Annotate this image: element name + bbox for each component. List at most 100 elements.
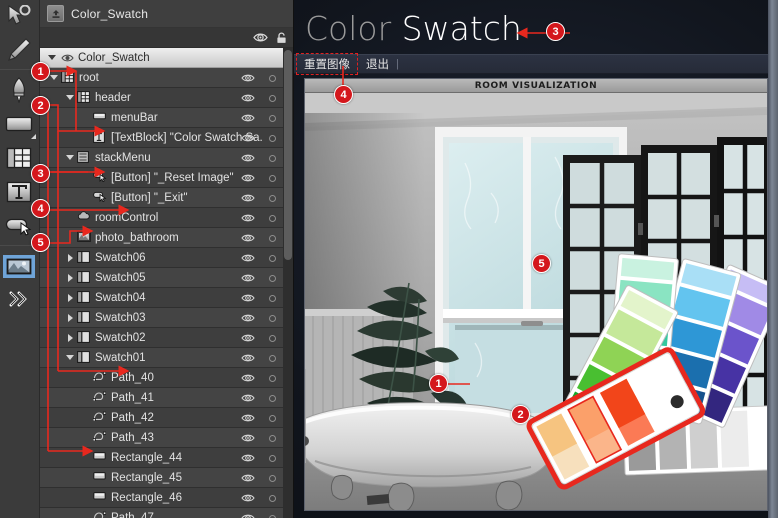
- chevron-down-icon[interactable]: [64, 352, 76, 364]
- tree-row[interactable]: stackMenu: [40, 148, 283, 168]
- row-eye-icon[interactable]: [235, 393, 261, 403]
- row-lock-toggle[interactable]: [261, 94, 283, 102]
- row-lock-toggle[interactable]: [261, 514, 283, 518]
- row-lock-toggle[interactable]: [261, 314, 283, 322]
- row-eye-icon[interactable]: [235, 113, 261, 123]
- button-tool[interactable]: [0, 209, 38, 243]
- row-lock-toggle[interactable]: [261, 254, 283, 262]
- chevron-right-icon[interactable]: [64, 292, 76, 304]
- tree-row[interactable]: Path_43: [40, 428, 283, 448]
- text-tool[interactable]: [0, 175, 38, 209]
- row-eye-icon[interactable]: [235, 213, 261, 223]
- row-eye-icon[interactable]: [235, 73, 261, 83]
- tree-row[interactable]: Path_47: [40, 508, 283, 518]
- eye-icon[interactable]: [253, 32, 268, 43]
- pen-tool[interactable]: [0, 73, 38, 107]
- row-eye-icon[interactable]: [235, 433, 261, 443]
- row-eye-icon[interactable]: [235, 353, 261, 363]
- row-eye-icon[interactable]: [235, 193, 261, 203]
- tree-root-row[interactable]: Color_Swatch: [40, 48, 293, 68]
- chevron-down-icon[interactable]: [64, 152, 76, 164]
- row-lock-toggle[interactable]: [261, 114, 283, 122]
- tree-row[interactable]: Path_40: [40, 368, 283, 388]
- tree-row[interactable]: Swatch05: [40, 268, 283, 288]
- room-visualization-canvas[interactable]: [305, 93, 767, 510]
- row-eye-icon[interactable]: [235, 513, 261, 518]
- row-lock-toggle[interactable]: [261, 174, 283, 182]
- image-tool[interactable]: [0, 249, 38, 283]
- tree-row[interactable]: root: [40, 68, 283, 88]
- row-lock-toggle[interactable]: [261, 354, 283, 362]
- lock-icon[interactable]: [276, 31, 287, 44]
- row-lock-toggle[interactable]: [261, 74, 283, 82]
- tree-vertical-scrollbar[interactable]: [283, 48, 293, 518]
- row-lock-toggle[interactable]: [261, 334, 283, 342]
- tree-row[interactable]: Rectangle_45: [40, 468, 283, 488]
- tree-row-label: header: [95, 91, 131, 104]
- tree-row[interactable]: Swatch03: [40, 308, 283, 328]
- row-eye-icon[interactable]: [235, 133, 261, 143]
- chevron-right-icon[interactable]: [64, 252, 76, 264]
- menu-item-reset-image[interactable]: 重置图像: [296, 53, 358, 75]
- row-eye-icon[interactable]: [235, 173, 261, 183]
- row-lock-toggle[interactable]: [261, 234, 283, 242]
- tree-row-label: Path_41: [111, 391, 154, 404]
- select-tool[interactable]: [0, 1, 38, 33]
- chevron-right-icon[interactable]: [64, 312, 76, 324]
- row-lock-toggle[interactable]: [261, 194, 283, 202]
- chevron-down-icon[interactable]: [48, 72, 60, 84]
- row-eye-icon[interactable]: [235, 153, 261, 163]
- row-eye-icon[interactable]: [235, 333, 261, 343]
- row-lock-toggle[interactable]: [261, 214, 283, 222]
- tree-row[interactable]: Swatch02: [40, 328, 283, 348]
- row-eye-icon[interactable]: [235, 253, 261, 263]
- row-eye-icon[interactable]: [235, 293, 261, 303]
- tree-row[interactable]: Swatch06: [40, 248, 283, 268]
- tree-row[interactable]: Path_41: [40, 388, 283, 408]
- row-lock-toggle[interactable]: [261, 394, 283, 402]
- root-twisty[interactable]: [46, 52, 58, 64]
- row-lock-toggle[interactable]: [261, 454, 283, 462]
- rectangle-tool[interactable]: [0, 107, 38, 141]
- row-lock-toggle[interactable]: [261, 434, 283, 442]
- tree-row[interactable]: [Button] "_Exit": [40, 188, 283, 208]
- row-eye-icon[interactable]: [235, 273, 261, 283]
- row-eye-icon[interactable]: [235, 453, 261, 463]
- row-lock-toggle[interactable]: [261, 154, 283, 162]
- row-lock-toggle[interactable]: [261, 474, 283, 482]
- tree-row[interactable]: menuBar: [40, 108, 283, 128]
- row-lock-toggle[interactable]: [261, 374, 283, 382]
- row-eye-icon[interactable]: [235, 313, 261, 323]
- row-eye-icon[interactable]: [235, 493, 261, 503]
- tree-row[interactable]: Path_42: [40, 408, 283, 428]
- row-lock-toggle[interactable]: [261, 494, 283, 502]
- row-lock-toggle[interactable]: [261, 134, 283, 142]
- row-lock-toggle[interactable]: [261, 294, 283, 302]
- row-eye-icon[interactable]: [235, 473, 261, 483]
- scrollbar-thumb[interactable]: [284, 50, 292, 260]
- row-eye-icon[interactable]: [235, 373, 261, 383]
- row-lock-toggle[interactable]: [261, 414, 283, 422]
- row-eye-icon[interactable]: [235, 233, 261, 243]
- row-lock-toggle[interactable]: [261, 274, 283, 282]
- chevron-down-icon[interactable]: [64, 92, 76, 104]
- more-tools[interactable]: [0, 283, 38, 315]
- tree-row[interactable]: Swatch01: [40, 348, 283, 368]
- row-eye-icon[interactable]: [235, 93, 261, 103]
- tree-row[interactable]: Swatch04: [40, 288, 283, 308]
- menu-item-exit[interactable]: 退出: [360, 55, 395, 73]
- chevron-right-icon[interactable]: [64, 332, 76, 344]
- grid-tool[interactable]: [0, 141, 38, 175]
- eye-outline-icon[interactable]: [61, 53, 74, 63]
- tree-row[interactable]: roomControl: [40, 208, 283, 228]
- tree-row[interactable]: [TextBlock] "Color Swatch Sa.: [40, 128, 283, 148]
- tree-row[interactable]: [Button] "_Reset Image": [40, 168, 283, 188]
- tree-row[interactable]: photo_bathroom: [40, 228, 283, 248]
- tree-row[interactable]: Rectangle_44: [40, 448, 283, 468]
- pencil-tool[interactable]: [0, 33, 38, 67]
- tree-row-label: Swatch02: [95, 331, 146, 344]
- chevron-right-icon[interactable]: [64, 272, 76, 284]
- tree-row[interactable]: header: [40, 88, 283, 108]
- tree-row[interactable]: Rectangle_46: [40, 488, 283, 508]
- row-eye-icon[interactable]: [235, 413, 261, 423]
